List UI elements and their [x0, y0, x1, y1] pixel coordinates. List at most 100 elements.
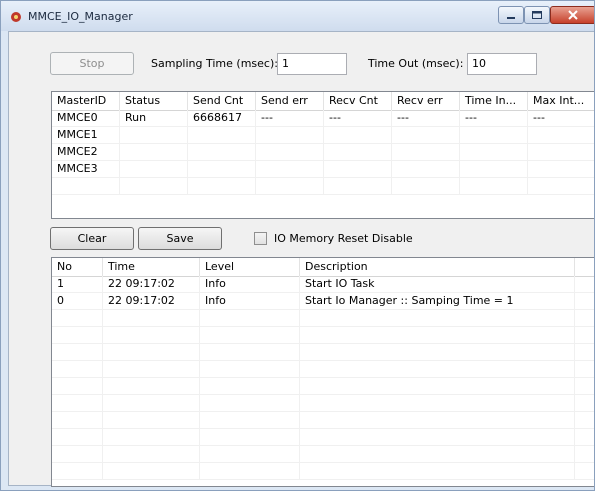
table-cell: [200, 344, 300, 360]
table-cell: [392, 178, 460, 194]
client-area: Stop Sampling Time (msec): 1 Time Out (m…: [8, 31, 594, 487]
table-row[interactable]: [52, 327, 594, 344]
table-row[interactable]: MMCE1: [52, 127, 594, 144]
table-cell: [200, 378, 300, 394]
table-cell: [300, 446, 575, 462]
table-cell-filler: [575, 344, 594, 360]
table-row[interactable]: [52, 395, 594, 412]
sampling-time-input[interactable]: 1: [277, 53, 347, 75]
table-cell: [103, 412, 200, 428]
table-row[interactable]: MMCE2: [52, 144, 594, 161]
table-row[interactable]: [52, 446, 594, 463]
column-header[interactable]: Status: [120, 92, 188, 110]
table-cell: [52, 327, 103, 343]
table-cell: [103, 463, 200, 479]
table-cell: [103, 361, 200, 377]
io-memory-reset-label: IO Memory Reset Disable: [274, 232, 413, 245]
sampling-time-label: Sampling Time (msec):: [151, 57, 278, 70]
table-cell: [103, 344, 200, 360]
table-row[interactable]: [52, 429, 594, 446]
title-bar[interactable]: MMCE_IO_Manager: [1, 1, 594, 31]
app-window: MMCE_IO_Manager Stop Sampling Time (msec…: [0, 0, 595, 491]
table-cell: [300, 310, 575, 326]
table-row[interactable]: [52, 463, 594, 480]
column-header[interactable]: Recv err: [392, 92, 460, 110]
timeout-label: Time Out (msec):: [368, 57, 464, 70]
column-header[interactable]: Description: [300, 258, 575, 276]
table-cell: [188, 127, 256, 143]
table-row[interactable]: [52, 378, 594, 395]
table-cell: [52, 310, 103, 326]
column-header[interactable]: Time In...: [460, 92, 528, 110]
stop-button[interactable]: Stop: [50, 52, 134, 75]
clear-button[interactable]: Clear: [50, 227, 134, 250]
table-cell: [200, 361, 300, 377]
column-header[interactable]: Recv Cnt: [324, 92, 392, 110]
table-cell-filler: [575, 310, 594, 326]
table-cell: [52, 446, 103, 462]
table-row[interactable]: 1 22 09:17:02 Info Start IO Task: [52, 276, 594, 293]
master-table-header: MasterID Status Send Cnt Send err Recv Cnt Re…: [52, 92, 594, 111]
table-cell: MMCE1: [52, 127, 120, 143]
table-cell: [256, 127, 324, 143]
table-cell: [103, 446, 200, 462]
table-row[interactable]: [52, 412, 594, 429]
table-cell: Start IO Task: [300, 276, 575, 292]
table-cell: [256, 161, 324, 177]
table-cell: [103, 395, 200, 411]
table-cell: Run: [120, 110, 188, 126]
table-cell: [324, 178, 392, 194]
table-cell: [188, 144, 256, 160]
maximize-button[interactable]: [524, 6, 550, 24]
table-row[interactable]: 0 22 09:17:02 Info Start Io Manager :: Samp…: [52, 293, 594, 310]
table-cell: Start Io Manager :: Samping Time = 1: [300, 293, 575, 309]
column-header[interactable]: Send Cnt: [188, 92, 256, 110]
table-cell: [392, 161, 460, 177]
table-row[interactable]: [52, 344, 594, 361]
column-header[interactable]: No: [52, 258, 103, 276]
table-cell: 1: [52, 276, 103, 292]
close-button[interactable]: [550, 6, 594, 24]
table-cell-filler: [575, 395, 594, 411]
table-row[interactable]: [52, 178, 594, 195]
table-cell: [460, 144, 528, 160]
table-cell: Info: [200, 276, 300, 292]
table-cell: [103, 310, 200, 326]
log-table-header: No Time Level Description: [52, 258, 594, 277]
table-cell: [120, 161, 188, 177]
table-row[interactable]: [52, 310, 594, 327]
table-cell: [200, 327, 300, 343]
table-cell-filler: [575, 361, 594, 377]
minimize-button[interactable]: [498, 6, 524, 24]
column-header[interactable]: Time: [103, 258, 200, 276]
master-status-table[interactable]: MasterID Status Send Cnt Send err Recv Cnt Re…: [51, 91, 594, 219]
column-header-filler: [575, 258, 594, 276]
table-cell: [103, 327, 200, 343]
table-cell: [528, 144, 594, 160]
table-row[interactable]: [52, 361, 594, 378]
table-row[interactable]: MMCE3: [52, 161, 594, 178]
timeout-input[interactable]: 10: [467, 53, 537, 75]
table-cell: [103, 429, 200, 445]
column-header[interactable]: Send err: [256, 92, 324, 110]
table-cell: [300, 344, 575, 360]
table-cell: [52, 395, 103, 411]
column-header[interactable]: Level: [200, 258, 300, 276]
table-cell: [528, 127, 594, 143]
table-cell-filler: [575, 327, 594, 343]
table-cell: [188, 161, 256, 177]
table-cell: [300, 361, 575, 377]
log-table[interactable]: No Time Level Description 1 22 09:17:02 Info S…: [51, 257, 594, 487]
table-cell: [52, 344, 103, 360]
table-cell: 22 09:17:02: [103, 293, 200, 309]
table-cell: [460, 178, 528, 194]
save-button[interactable]: Save: [138, 227, 222, 250]
table-row[interactable]: MMCE0 Run 6668617 --- --- --- --- ---: [52, 110, 594, 127]
io-memory-reset-checkbox[interactable]: [254, 232, 267, 245]
table-cell: [120, 127, 188, 143]
column-header[interactable]: Max Int...: [528, 92, 594, 110]
column-header[interactable]: MasterID: [52, 92, 120, 110]
table-cell: [392, 127, 460, 143]
table-cell: [52, 178, 120, 194]
minimize-icon: [507, 17, 515, 19]
